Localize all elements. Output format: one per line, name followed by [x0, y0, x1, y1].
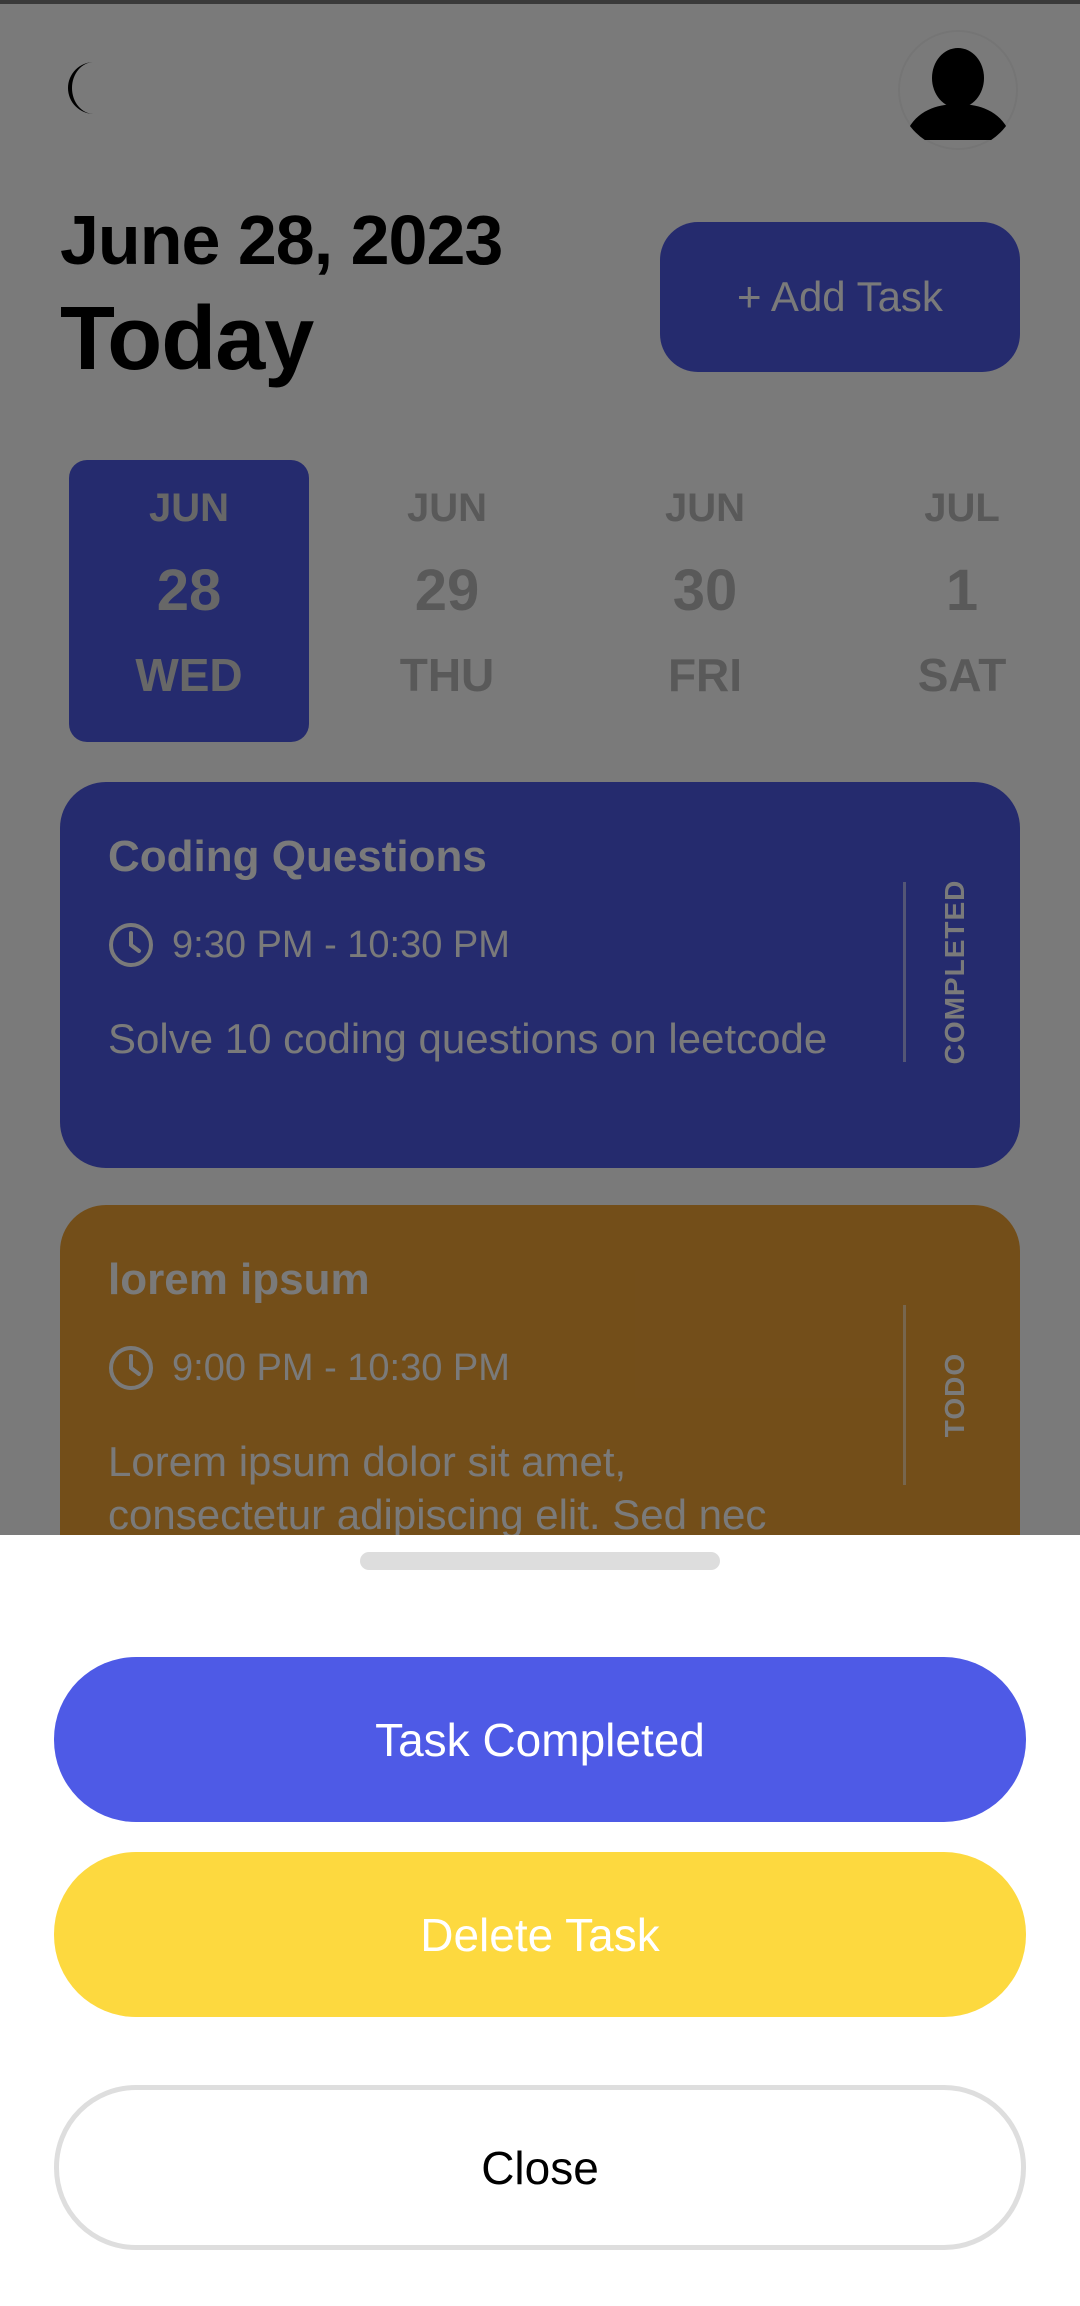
date-month: JUN: [664, 486, 746, 530]
clock-icon: [109, 1346, 153, 1390]
task-title: lorem ipsum: [108, 1255, 370, 1304]
date-day: 1: [945, 558, 979, 623]
task-title: Coding Questions: [108, 832, 487, 881]
date-month: JUN: [148, 486, 230, 530]
date-item-selected[interactable]: JUN 28 WED: [69, 460, 309, 742]
user-avatar-icon[interactable]: [898, 30, 1018, 150]
sheet-drag-handle[interactable]: [360, 1552, 720, 1570]
date-item[interactable]: JUN 29 THU: [327, 460, 567, 742]
task-time: 9:30 PM - 10:30 PM: [108, 922, 510, 968]
date-day: 28: [156, 558, 222, 623]
status-divider: [903, 882, 906, 1062]
date-weekday: FRI: [667, 649, 743, 701]
date-weekday: WED: [135, 649, 243, 701]
date-day: 29: [414, 558, 480, 623]
task-description: Lorem ipsum dolor sit amet, consectetur …: [108, 1438, 767, 1535]
task-time-text: 9:30 PM - 10:30 PM: [172, 923, 510, 966]
clock-icon: [109, 923, 153, 967]
task-description: Solve 10 coding questions on leetcode: [108, 1015, 828, 1062]
moon-icon[interactable]: [60, 60, 108, 116]
status-divider: [903, 1305, 906, 1485]
date-weekday: THU: [399, 649, 495, 701]
date-day: 30: [672, 558, 738, 623]
task-card[interactable]: Coding Questions 9:30 PM - 10:30 PM Solv…: [60, 782, 1020, 1168]
bottom-sheet: Task Completed Delete Task Close: [0, 1535, 1080, 2306]
task-list-screen: June 28, 2023 Today + Add Task JUN 28 WE…: [0, 0, 1080, 1535]
close-button[interactable]: Close: [54, 2085, 1026, 2250]
task-card[interactable]: lorem ipsum 9:00 PM - 10:30 PM Lorem ips…: [60, 1205, 1020, 1535]
current-date: June 28, 2023: [60, 201, 503, 279]
date-month: JUN: [406, 486, 488, 530]
task-status: COMPLETED: [939, 879, 970, 1065]
task-time-text: 9:00 PM - 10:30 PM: [172, 1346, 510, 1389]
delete-task-button[interactable]: Delete Task: [54, 1852, 1026, 2017]
date-item[interactable]: JUL 1 SAT: [842, 460, 1080, 742]
date-item[interactable]: JUN 30 FRI: [585, 460, 825, 742]
date-month: JUL: [924, 486, 1000, 530]
task-status: TODO: [939, 1352, 970, 1438]
task-completed-button[interactable]: Task Completed: [54, 1657, 1026, 1822]
page-title: Today: [60, 289, 314, 389]
task-time: 9:00 PM - 10:30 PM: [108, 1345, 510, 1391]
add-task-button[interactable]: + Add Task: [660, 222, 1020, 372]
date-weekday: SAT: [917, 649, 1007, 701]
status-bar-line: [0, 0, 1080, 4]
